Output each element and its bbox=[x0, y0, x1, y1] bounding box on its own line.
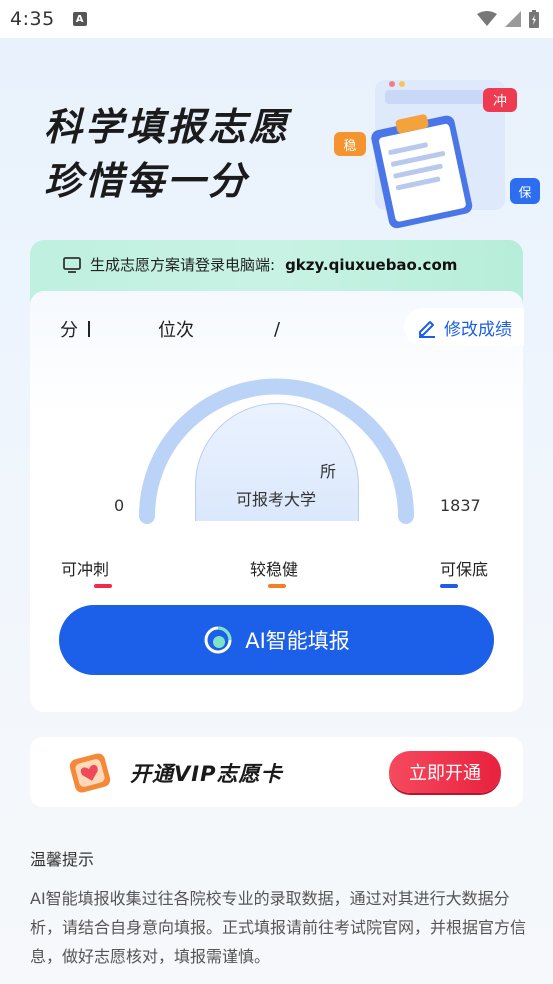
gauge-unit: 所 bbox=[320, 462, 337, 481]
battery-icon bbox=[529, 10, 539, 28]
rank-label: 位次 bbox=[158, 320, 194, 341]
pc-banner-url: gkzy.qiuxuebao.com bbox=[285, 255, 458, 274]
legend-chong-label: 可冲刺 bbox=[61, 560, 110, 579]
tips-title: 温馨提示 bbox=[30, 850, 95, 869]
edit-score-label: 修改成绩 bbox=[444, 319, 512, 340]
tag-wen: 稳 bbox=[343, 138, 356, 154]
rank-slash: / bbox=[274, 318, 281, 340]
hero-title-line1: 科学填报志愿 bbox=[44, 105, 291, 149]
edit-icon bbox=[419, 321, 435, 338]
status-time: 4:35 bbox=[10, 8, 55, 30]
hero-title-line2: 珍惜每一分 bbox=[44, 159, 250, 203]
ai-fill-label: AI智能填报 bbox=[245, 629, 350, 653]
pc-banner-text: 生成志愿方案请登录电脑端: gkzy.qiuxuebao.com bbox=[62, 254, 457, 275]
vip-card-icon bbox=[69, 753, 111, 793]
a-icon: A bbox=[72, 12, 87, 26]
wifi-icon bbox=[477, 11, 497, 26]
legend-bao: 可保底 bbox=[440, 556, 488, 588]
pc-banner-label: 生成志愿方案请登录电脑端: bbox=[90, 256, 276, 274]
ai-logo-icon bbox=[204, 626, 232, 654]
tag-bao: 保 bbox=[518, 186, 531, 201]
status-icons bbox=[477, 10, 539, 28]
legend-chong-bar bbox=[94, 584, 112, 588]
gauge-max: 1837 bbox=[440, 496, 481, 515]
legend-chong: 可冲刺 bbox=[61, 556, 112, 588]
edit-score-button[interactable]: 修改成绩 bbox=[404, 308, 524, 346]
gauge-caption: 可报考大学 bbox=[236, 490, 317, 509]
cell-signal-icon bbox=[505, 11, 521, 27]
legend-wen-bar bbox=[268, 584, 286, 588]
legend-wen: 较稳健 bbox=[250, 556, 298, 588]
score-row: 分 位次 / bbox=[60, 316, 280, 342]
legend-bao-bar bbox=[440, 584, 458, 588]
gauge-min: 0 bbox=[114, 496, 125, 515]
hero-title: 科学填报志愿 珍惜每一分 bbox=[44, 100, 290, 208]
tips-body: AI智能填报收集过往各院校专业的录取数据，通过对其进行大数据分析，请结合自身意向… bbox=[30, 889, 527, 966]
tag-chong: 冲 bbox=[493, 94, 507, 110]
score-divider bbox=[88, 321, 90, 337]
score-label: 分 bbox=[60, 320, 78, 341]
monitor-icon bbox=[63, 256, 81, 273]
ai-fill-button[interactable]: AI智能填报 bbox=[59, 605, 494, 675]
legend-bao-label: 可保底 bbox=[440, 560, 489, 579]
legend-wen-label: 较稳健 bbox=[250, 560, 299, 579]
vip-open-button[interactable]: 立即开通 bbox=[389, 751, 501, 793]
vip-title: 开通VIP志愿卡 bbox=[130, 762, 283, 786]
status-bar: 4:35 A bbox=[0, 0, 553, 38]
clipboard-illustration: 冲 稳 保 bbox=[334, 80, 540, 229]
